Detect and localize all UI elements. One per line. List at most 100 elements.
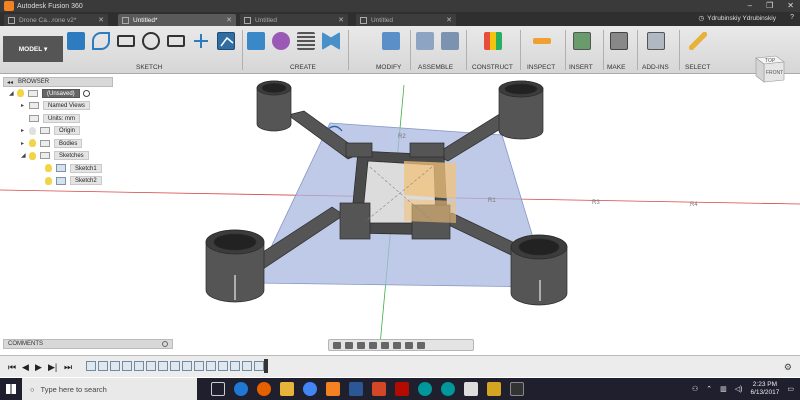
tree-item-label[interactable]: Bodies (54, 138, 83, 148)
timeline-feature[interactable] (134, 361, 144, 371)
viewcube[interactable]: TOP FRONT (752, 52, 786, 84)
grid-settings-icon[interactable] (405, 341, 413, 349)
tree-root-label[interactable]: (Unsaved) (42, 88, 80, 98)
tab-untitled-active[interactable]: Untitled* ✕ (118, 14, 236, 26)
timeline-feature[interactable] (158, 361, 168, 371)
measure-icon[interactable] (533, 38, 551, 44)
timeline-feature[interactable] (254, 361, 264, 371)
tab-untitled-2[interactable]: Untitled ✕ (240, 14, 348, 26)
app-icon[interactable] (487, 382, 501, 396)
line-tool-icon[interactable] (92, 32, 110, 50)
look-at-icon[interactable] (345, 341, 353, 349)
collapse-icon[interactable]: ◂◂ (7, 79, 13, 86)
tree-item-label[interactable]: Origin (54, 126, 81, 136)
notifications-icon[interactable]: ▭ (787, 385, 794, 393)
3d-print-icon[interactable] (610, 32, 628, 50)
expand-arrow-icon[interactable]: ◢ (21, 152, 29, 159)
group-label-sketch[interactable]: SKETCH (136, 64, 162, 71)
save-app-icon[interactable] (464, 382, 478, 396)
tab-drone[interactable]: Drone Ca...rone v2* ✕ (4, 14, 108, 26)
file-explorer-icon[interactable] (280, 382, 294, 396)
circle-icon[interactable] (142, 32, 160, 50)
fusion-360-taskbar-icon[interactable] (326, 382, 340, 396)
step-back-icon[interactable]: ◀ (22, 362, 29, 373)
visibility-bulb-icon[interactable] (17, 89, 24, 98)
tree-item-sketch2[interactable]: Sketch2 (3, 175, 113, 188)
visibility-bulb-icon[interactable] (45, 164, 52, 173)
mirror-icon[interactable] (322, 32, 340, 50)
timeline-feature[interactable] (182, 361, 192, 371)
tray-chevron-icon[interactable]: ⌃ (706, 385, 712, 393)
tree-item-label[interactable]: Sketch2 (70, 176, 102, 186)
powerpoint-icon[interactable] (372, 382, 386, 396)
tree-item-named-views[interactable]: ▸ Named Views (3, 100, 113, 113)
play-icon[interactable]: ▶ (35, 362, 42, 373)
stop-sketch-icon[interactable] (217, 32, 235, 50)
taskbar-search-box[interactable]: ○ Type here to search (22, 378, 197, 400)
step-forward-icon[interactable]: ▶| (48, 362, 57, 373)
fit-icon[interactable] (381, 341, 389, 349)
go-to-start-icon[interactable]: ⏮ (8, 362, 16, 373)
timeline-feature[interactable] (122, 361, 132, 371)
arduino-icon-2[interactable] (441, 382, 455, 396)
comments-panel[interactable]: COMMENTS (3, 339, 173, 349)
point-icon[interactable] (192, 32, 210, 50)
timeline-feature[interactable] (170, 361, 180, 371)
rectangle-icon[interactable] (117, 35, 135, 47)
pan-icon[interactable] (357, 341, 365, 349)
tree-item-label[interactable]: Units: mm (43, 113, 80, 123)
viewport-canvas[interactable] (0, 75, 800, 355)
help-icon[interactable]: ? (790, 14, 794, 21)
close-icon[interactable]: ✕ (787, 0, 794, 12)
viewcube-front-label[interactable]: FRONT (766, 70, 783, 76)
timeline-feature[interactable] (110, 361, 120, 371)
display-settings-icon[interactable] (393, 341, 401, 349)
workspace-switcher-button[interactable]: MODEL ▾ (3, 36, 63, 62)
new-component-icon[interactable] (416, 32, 434, 50)
group-label-modify[interactable]: MODIFY (376, 64, 401, 71)
group-label-make[interactable]: MAKE (607, 64, 625, 71)
group-label-insert[interactable]: INSERT (569, 64, 593, 71)
expand-arrow-icon[interactable]: ◢ (9, 90, 17, 97)
go-to-end-icon[interactable]: ⏭ (64, 362, 72, 373)
firefox-icon[interactable] (257, 382, 271, 396)
video-editor-icon[interactable] (510, 382, 524, 396)
tree-item-origin[interactable]: ▸ Origin (3, 125, 113, 138)
group-label-assemble[interactable]: ASSEMBLE (418, 64, 453, 71)
visibility-bulb-icon[interactable] (29, 151, 36, 160)
coil-icon[interactable] (297, 32, 315, 50)
viewports-icon[interactable] (417, 341, 425, 349)
browser-header[interactable]: ◂◂ BROWSER (3, 77, 113, 87)
visibility-bulb-icon[interactable] (29, 126, 36, 135)
group-label-inspect[interactable]: INSPECT (527, 64, 555, 71)
person-icon[interactable]: ⚇ (692, 385, 698, 393)
tree-item-label[interactable]: Sketch1 (70, 163, 102, 173)
timeline-settings-gear-icon[interactable]: ⚙ (784, 362, 792, 373)
timeline-feature[interactable] (218, 361, 228, 371)
close-tab-icon[interactable]: ✕ (226, 16, 232, 24)
arduino-icon[interactable] (418, 382, 432, 396)
tree-item-sketch1[interactable]: Sketch1 (3, 162, 113, 175)
expand-arrow-icon[interactable]: ▸ (21, 140, 29, 147)
tab-untitled-3[interactable]: Untitled ✕ (356, 14, 456, 26)
select-arrow-icon[interactable] (689, 32, 707, 50)
group-label-construct[interactable]: CONSTRUCT (472, 64, 513, 71)
group-label-create[interactable]: CREATE (290, 64, 316, 71)
timeline-feature[interactable] (206, 361, 216, 371)
add-comment-icon[interactable] (162, 341, 168, 347)
word-icon[interactable] (349, 382, 363, 396)
slot-icon[interactable] (167, 35, 185, 47)
insert-image-icon[interactable] (573, 32, 591, 50)
taskbar-clock[interactable]: 2:23 PM 6/13/2017 (750, 381, 779, 397)
close-tab-icon[interactable]: ✕ (338, 16, 344, 24)
visibility-bulb-icon[interactable] (29, 139, 36, 148)
extrude-icon[interactable] (247, 32, 265, 50)
tree-item-label[interactable]: Sketches (54, 151, 89, 161)
user-menu[interactable]: ◷ Ydrubinskiy Ydrubinskiy (698, 14, 776, 23)
orbit-icon[interactable] (333, 341, 341, 349)
visibility-bulb-icon[interactable] (45, 176, 52, 185)
timeline-feature[interactable] (230, 361, 240, 371)
scripts-icon[interactable] (647, 32, 665, 50)
group-label-add-ins[interactable]: ADD-INS (642, 64, 669, 71)
tree-item-sketches[interactable]: ◢ Sketches (3, 150, 113, 163)
